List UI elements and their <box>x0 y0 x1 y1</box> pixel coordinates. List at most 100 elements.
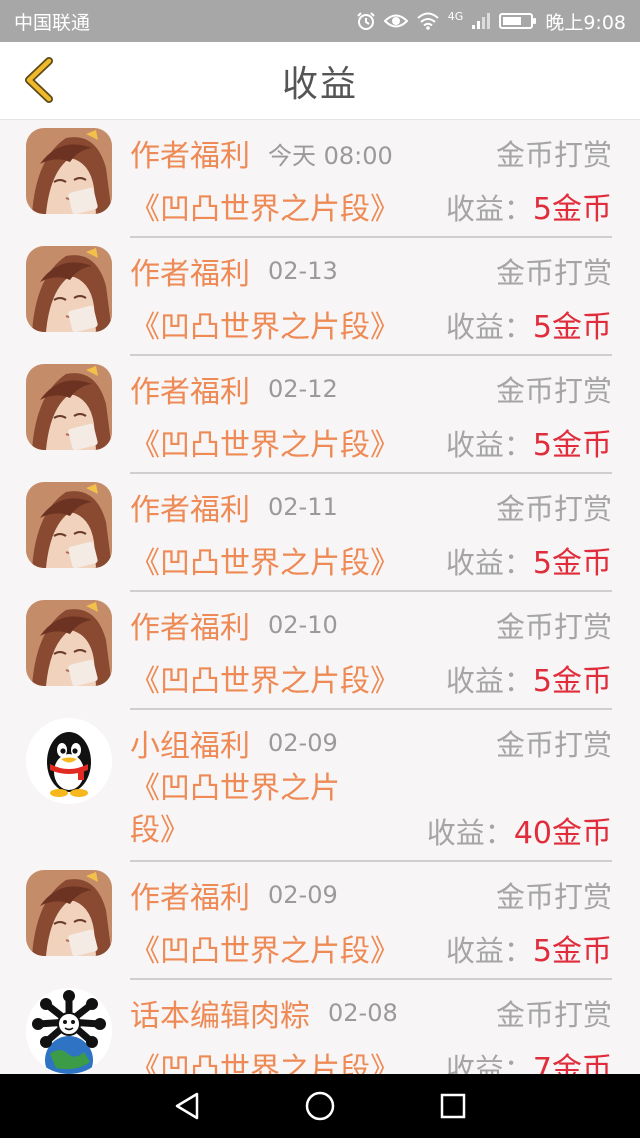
page-title: 收益 <box>281 63 358 105</box>
book-title-link[interactable]: 《凹凸世界之片段》 <box>130 656 400 700</box>
book-title-link[interactable]: 《凹凸世界之片段》 <box>130 1044 400 1074</box>
reward-type: 作者福利 <box>130 881 250 916</box>
item-content: 作者福利 今天 08:00 金币打赏《凹凸世界之片段》 收益： 5金币 <box>130 128 612 238</box>
avatar[interactable] <box>26 870 112 956</box>
book-title-link[interactable]: 《凹凸世界之片段》 <box>130 302 400 346</box>
triangle-back-icon <box>175 1092 198 1120</box>
earnings-item[interactable]: 作者福利 02-09 金币打赏《凹凸世界之片段》 收益： 5金币 <box>0 862 640 980</box>
earning-label: 收益： <box>445 1052 533 1074</box>
item-header-row: 作者福利 今天 08:00 金币打赏 <box>130 128 612 178</box>
earnings-list[interactable]: 作者福利 今天 08:00 金币打赏 《凹凸世界之片段》 收益： 5金币 作者福利 02-1… <box>0 120 640 1074</box>
item-content: 作者福利 02-09 金币打赏《凹凸世界之片段》 收益： 5金币 <box>130 870 612 980</box>
book-title-link[interactable]: 《凹凸世界之片段》 <box>130 768 370 852</box>
book-title-link[interactable]: 《凹凸世界之片段》 <box>130 184 400 228</box>
avatar[interactable] <box>26 128 112 214</box>
book-title-link[interactable]: 《凹凸世界之片段》 <box>130 926 400 970</box>
avatar[interactable] <box>26 482 112 568</box>
reward-category: 金币打赏 <box>495 256 612 290</box>
earning-label: 收益： <box>445 934 533 968</box>
book-title-link[interactable]: 《凹凸世界之片段》 <box>130 420 400 464</box>
signal-icon <box>472 13 491 29</box>
item-content: 话本编辑肉粽 02-08 金币打赏 《凹凸世界之片段》 收益： 7金币 <box>130 988 612 1074</box>
nav-back-button[interactable] <box>167 1086 207 1126</box>
item-header-row: 作者福利 02-10 金币打赏 <box>130 600 612 650</box>
item-header-row: 小组福利 02-09 金币打赏 <box>130 718 612 768</box>
app-header: 收益 <box>0 42 640 120</box>
earning-value: 5金币 <box>532 546 612 581</box>
reward-category: 金币打赏 <box>495 610 612 644</box>
item-header-row: 作者福利 02-12 金币打赏 <box>130 364 612 414</box>
back-button[interactable] <box>12 54 64 106</box>
earnings-item[interactable]: 话本编辑肉粽 02-08 金币打赏 《凹凸世界之片段》 收益： 7金币 <box>0 980 640 1074</box>
avatar[interactable] <box>26 718 112 804</box>
item-header-row: 作者福利 02-09 金币打赏 <box>130 870 612 920</box>
earning-value: 5金币 <box>532 428 612 463</box>
item-date: 02-10 <box>268 611 338 639</box>
circle-home-icon <box>305 1091 335 1121</box>
earning-value: 5金币 <box>532 934 612 969</box>
earning-label: 收益： <box>445 428 533 462</box>
earning-value: 7金币 <box>532 1052 612 1074</box>
earning-value: 40金币 <box>513 816 612 851</box>
item-detail-row: 《凹凸世界之片段》收益： 40金币 <box>130 768 612 852</box>
square-recents-icon <box>441 1093 466 1119</box>
network-type-label: 4G <box>447 9 464 23</box>
avatar[interactable] <box>26 364 112 450</box>
earnings-item[interactable]: 作者福利 02-12 金币打赏 《凹凸世界之片段》 收益： 5金币 <box>0 356 640 474</box>
earning-label: 收益： <box>426 816 514 850</box>
item-detail-row: 《凹凸世界之片段》 收益： 5金币 <box>130 296 612 346</box>
item-header-row: 作者福利 02-11 金币打赏 <box>130 482 612 532</box>
item-detail-row: 《凹凸世界之片段》 收益： 7金币 <box>130 1038 612 1074</box>
item-date: 02-13 <box>268 257 338 285</box>
earnings-item[interactable]: 作者福利 02-13 金币打赏《凹凸世界之片段》 收益： 5金币 <box>0 238 640 356</box>
item-content: 作者福利 02-12 金币打赏 《凹凸世界之片段》 收益： 5金币 <box>130 364 612 474</box>
avatar[interactable] <box>26 600 112 686</box>
earnings-item[interactable]: 作者福利 02-10 金币打赏 《凹凸世界之片段》 收益： 5金币 <box>0 592 640 710</box>
nav-home-button[interactable] <box>300 1086 340 1126</box>
earning-amount: 收益： 5金币 <box>446 926 612 970</box>
reward-category: 金币打赏 <box>495 728 612 762</box>
earning-amount: 收益： 7金币 <box>446 1044 612 1074</box>
earning-amount: 收益： 5金币 <box>446 656 612 700</box>
earning-label: 收益： <box>445 546 533 580</box>
reward-category: 金币打赏 <box>495 880 612 914</box>
item-date: 02-11 <box>268 493 338 521</box>
clock-label: 晚上9:08 <box>545 11 626 34</box>
chevron-left-icon <box>25 57 53 103</box>
earning-value: 5金币 <box>532 664 612 699</box>
earnings-item[interactable]: 作者福利 今天 08:00 金币打赏《凹凸世界之片段》 收益： 5金币 <box>0 120 640 238</box>
earnings-item[interactable]: 小组福利 02-09 金币打赏 《凹凸世界之片段》收益： 40金币 <box>0 710 640 862</box>
wifi-icon <box>417 12 439 30</box>
item-detail-row: 《凹凸世界之片段》 收益： 5金币 <box>130 650 612 700</box>
item-content: 作者福利 02-11 金币打赏《凹凸世界之片段》 收益： 5金币 <box>130 482 612 592</box>
reward-type: 作者福利 <box>130 493 250 528</box>
earning-value: 5金币 <box>532 310 612 345</box>
item-content: 作者福利 02-10 金币打赏 《凹凸世界之片段》 收益： 5金币 <box>130 600 612 710</box>
reward-category: 金币打赏 <box>495 492 612 526</box>
reward-type: 小组福利 <box>130 729 250 764</box>
item-date: 02-08 <box>328 999 398 1027</box>
alarm-icon <box>357 12 375 30</box>
earning-value: 5金币 <box>532 192 612 227</box>
item-date: 02-12 <box>268 375 338 403</box>
status-icons: 4G 晚上9:08 <box>356 8 626 35</box>
avatar[interactable] <box>26 988 112 1074</box>
earnings-item[interactable]: 作者福利 02-11 金币打赏《凹凸世界之片段》 收益： 5金币 <box>0 474 640 592</box>
avatar[interactable] <box>26 246 112 332</box>
book-title-link[interactable]: 《凹凸世界之片段》 <box>130 538 400 582</box>
reward-category: 金币打赏 <box>495 374 612 408</box>
reward-type: 作者福利 <box>130 257 250 292</box>
nav-recents-button[interactable] <box>433 1086 473 1126</box>
earning-label: 收益： <box>445 192 533 226</box>
item-detail-row: 《凹凸世界之片段》 收益： 5金币 <box>130 532 612 582</box>
item-content: 小组福利 02-09 金币打赏 《凹凸世界之片段》收益： 40金币 <box>130 718 612 862</box>
battery-icon <box>499 13 537 29</box>
earning-amount: 收益： 5金币 <box>446 420 612 464</box>
item-date: 02-09 <box>268 881 338 909</box>
eye-icon <box>383 14 408 28</box>
reward-type: 作者福利 <box>130 139 250 174</box>
earning-label: 收益： <box>445 664 533 698</box>
status-bar: 中国联通 4G 晚上9:08 <box>0 0 640 42</box>
item-date: 今天 08:00 <box>268 141 393 170</box>
earning-amount: 收益： 5金币 <box>446 302 612 346</box>
